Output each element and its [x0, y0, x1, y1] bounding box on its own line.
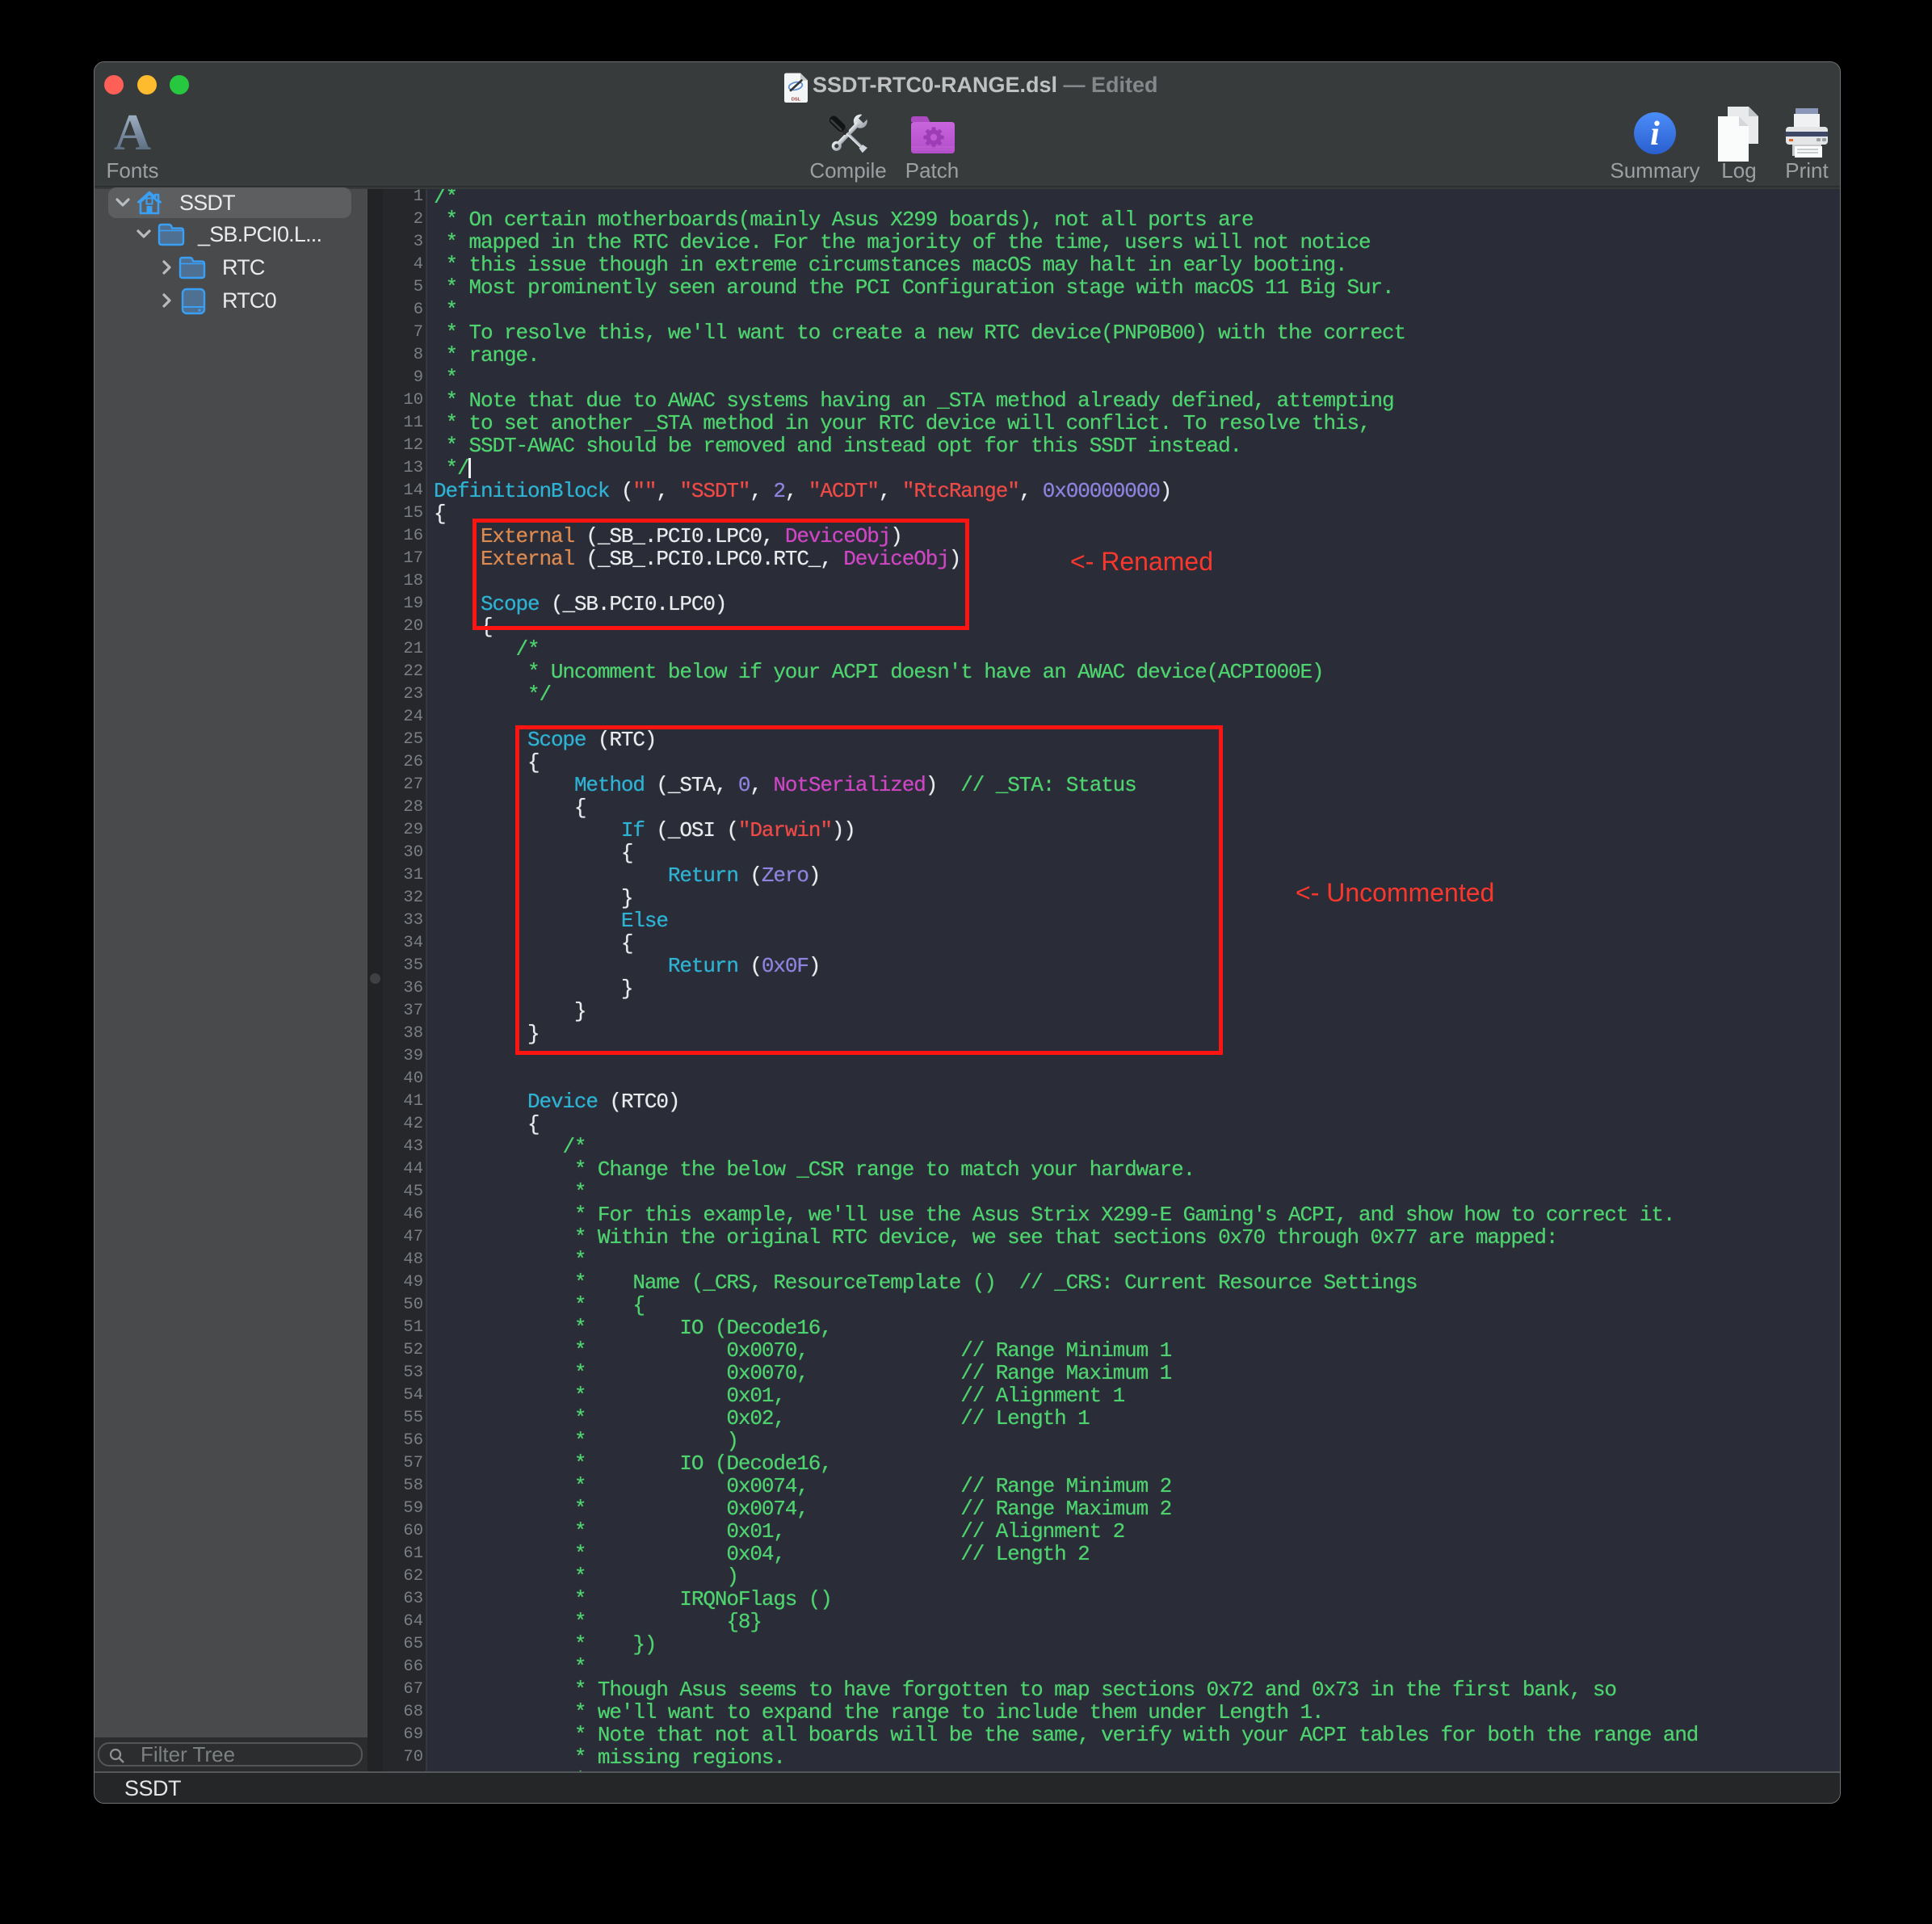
svg-text:i: i [1650, 116, 1660, 153]
svg-text:DSL: DSL [792, 98, 801, 103]
